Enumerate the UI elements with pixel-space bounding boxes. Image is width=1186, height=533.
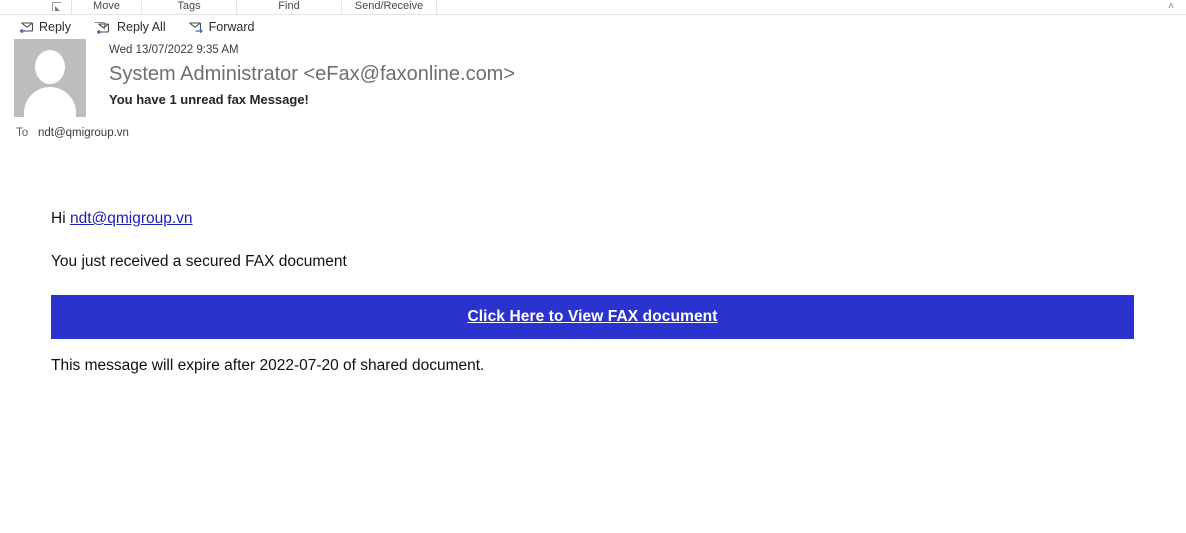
avatar xyxy=(14,39,86,117)
reply-all-icon xyxy=(93,20,112,34)
ribbon-group-launcher xyxy=(0,0,72,14)
reply-toolbar: Reply Reply All Forward xyxy=(0,15,1186,39)
body-greeting-prefix: Hi xyxy=(51,210,70,227)
message-date: Wed 13/07/2022 9:35 AM xyxy=(109,44,239,56)
ribbon-group-find-label: Find xyxy=(278,0,300,12)
message-sender[interactable]: System Administrator <eFax@faxonline.com… xyxy=(109,61,1186,87)
body-greeting-line: Hi ndt@qmigroup.vn xyxy=(51,209,1186,229)
avatar-body xyxy=(24,87,76,117)
body-expiry-line: This message will expire after 2022-07-2… xyxy=(51,357,485,374)
dialog-launcher-icon[interactable] xyxy=(52,2,61,11)
reply-all-button[interactable]: Reply All xyxy=(91,16,168,38)
ribbon-groups: Move Tags Find Send/Receive xyxy=(0,0,437,14)
reply-button[interactable]: Reply xyxy=(16,16,73,38)
ribbon-group-send-receive-label: Send/Receive xyxy=(354,0,424,12)
body-received-line: You just received a secured FAX document xyxy=(51,253,347,270)
reply-button-label: Reply xyxy=(39,20,71,34)
view-fax-document-link[interactable]: Click Here to View FAX document xyxy=(467,308,717,326)
ribbon-group-send-receive[interactable]: Send/Receive xyxy=(342,0,437,14)
cta-banner[interactable]: Click Here to View FAX document xyxy=(51,295,1134,339)
chevron-up-icon[interactable]: ˄ xyxy=(1164,1,1178,13)
recipient-email-link[interactable]: ndt@qmigroup.vn xyxy=(70,210,193,227)
forward-button-label: Forward xyxy=(208,20,255,34)
to-value[interactable]: ndt@qmigroup.vn xyxy=(38,127,129,139)
message-header-text: Wed 13/07/2022 9:35 AM System Administra… xyxy=(16,39,1186,110)
forward-icon xyxy=(188,20,204,34)
reply-all-button-label: Reply All xyxy=(116,20,166,34)
message-body: Hi ndt@qmigroup.vn You just received a s… xyxy=(0,149,1186,376)
ribbon-group-move[interactable]: Move xyxy=(72,0,142,14)
message-header: Wed 13/07/2022 9:35 AM System Administra… xyxy=(0,39,1186,149)
ribbon-group-move-label: Move xyxy=(93,0,120,12)
avatar-head xyxy=(35,50,65,84)
ribbon-group-tags[interactable]: Tags xyxy=(142,0,237,14)
reply-icon xyxy=(18,20,34,34)
ribbon-group-tags-label: Tags xyxy=(177,0,201,12)
message-recipient-row: To ndt@qmigroup.vn xyxy=(16,127,129,139)
ribbon-group-find[interactable]: Find xyxy=(237,0,342,14)
message-subject: You have 1 unread fax Message! xyxy=(109,92,309,107)
to-label: To xyxy=(16,127,29,139)
ribbon-group-strip: Move Tags Find Send/Receive ˄ xyxy=(0,0,1186,14)
forward-button[interactable]: Forward xyxy=(186,16,257,38)
